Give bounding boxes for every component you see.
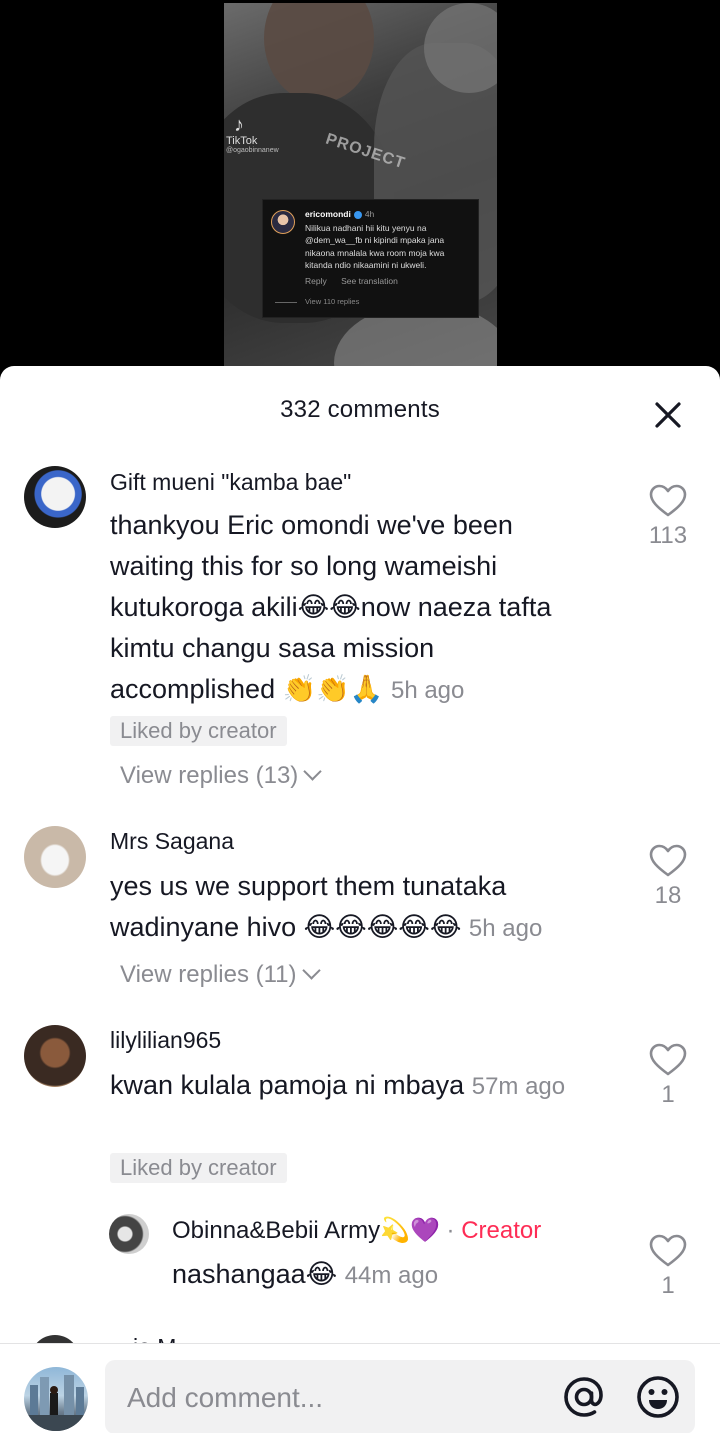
comment-body: thankyou Eric omondi we've been waiting …	[110, 510, 552, 704]
comments-sheet: 332 comments Gift mueni "kamba bae" than…	[0, 366, 720, 1433]
comment-input-bar	[0, 1343, 720, 1433]
comment-time: 5h ago	[390, 677, 465, 704]
comment-input[interactable]	[127, 1378, 527, 1418]
avatar[interactable]	[109, 1214, 149, 1254]
comment-username[interactable]: Mrs Sagana	[110, 828, 234, 855]
reply-item: Obinna&Bebii Army💫💜 · Creator nashangaa😂…	[0, 1214, 720, 1314]
comment-body: kwan kulala pamoja ni mbaya	[110, 1070, 465, 1100]
heart-icon	[649, 1043, 687, 1076]
view-replies-label: View replies (11)	[120, 961, 297, 988]
my-avatar[interactable]	[24, 1367, 88, 1431]
tiktok-logo-icon: ♪	[234, 114, 244, 136]
comment-time: 57m ago	[471, 1073, 566, 1100]
avatar[interactable]	[24, 826, 86, 888]
screenshot-username: ericomondi	[305, 209, 351, 219]
comment-box	[105, 1360, 695, 1433]
chevron-down-icon	[303, 762, 323, 781]
comment-username[interactable]: Gift mueni "kamba bae"	[110, 469, 351, 496]
reply-text: nashangaa😂 44m ago	[172, 1254, 602, 1296]
close-icon	[655, 402, 681, 428]
heart-icon	[649, 844, 687, 877]
view-replies-label: View replies (13)	[120, 762, 299, 789]
screenshot-translate-label: See translation	[341, 275, 398, 286]
comment-item: Mrs Sagana yes us we support them tunata…	[0, 826, 720, 996]
comment-text: kwan kulala pamoja ni mbaya 57m ago	[110, 1065, 610, 1107]
my-avatar-image	[24, 1375, 88, 1431]
comment-text: yes us we support them tunataka wadinyan…	[110, 866, 620, 949]
like-count: 113	[648, 522, 688, 549]
comment-count-title: 332 comments	[280, 396, 440, 423]
reply-time: 44m ago	[344, 1262, 439, 1289]
separator-dot: ·	[446, 1217, 455, 1244]
reply-username-line: Obinna&Bebii Army💫💜 · Creator	[172, 1216, 541, 1245]
comment-item: Gift mueni "kamba bae" thankyou Eric omo…	[0, 466, 720, 806]
tiktok-watermark: ♪ TikTok @ogaobinnanew	[226, 115, 279, 154]
like-button[interactable]: 1	[638, 1234, 698, 1300]
emoji-button[interactable]	[635, 1374, 681, 1420]
comment-body: yes us we support them tunataka wadinyan…	[110, 871, 507, 942]
emoji-icon	[637, 1376, 679, 1418]
comment-text: thankyou Eric omondi we've been waiting …	[110, 505, 600, 711]
close-button[interactable]	[648, 395, 688, 435]
like-button[interactable]: 113	[638, 484, 698, 550]
liked-by-creator-badge: Liked by creator	[110, 1153, 287, 1183]
like-count: 18	[654, 882, 682, 909]
video-frame[interactable]: PROJECT ♪ TikTok @ogaobinnanew	[224, 3, 497, 380]
like-button[interactable]: 18	[638, 844, 698, 910]
video-player[interactable]: PROJECT ♪ TikTok @ogaobinnanew ericomond…	[0, 0, 720, 380]
like-count: 1	[661, 1272, 675, 1299]
like-count: 1	[661, 1081, 675, 1108]
watermark-brand: TikTok	[226, 135, 258, 147]
view-replies-button[interactable]: View replies (13)	[120, 762, 323, 790]
reply-body: nashangaa😂	[172, 1259, 338, 1289]
chevron-down-icon	[301, 961, 321, 980]
avatar[interactable]	[24, 1025, 86, 1087]
liked-by-creator-badge: Liked by creator	[110, 716, 287, 746]
verified-badge-icon	[353, 210, 362, 219]
watermark-handle: @ogaobinnanew	[226, 147, 279, 154]
at-icon	[564, 1377, 603, 1417]
screenshot-comment-card: ericomondi 4h Nilikua nadhani hii kitu ye…	[262, 199, 479, 318]
comment-item: lilylilian965 kwan kulala pamoja ni mbay…	[0, 1025, 720, 1195]
screenshot-view-replies: View 110 replies	[305, 296, 470, 309]
comment-username[interactable]: lilylilian965	[110, 1027, 221, 1054]
avatar[interactable]	[24, 466, 86, 528]
reply-username[interactable]: Obinna&Bebii Army💫💜	[172, 1217, 440, 1244]
screenshot-time: 4h	[364, 209, 375, 219]
screenshot-comment-text: Nilikua nadhani hii kitu yenyu na @dem_w…	[305, 222, 445, 271]
view-replies-button[interactable]: View replies (11)	[120, 961, 321, 989]
mention-button[interactable]	[561, 1374, 607, 1420]
screenshot-avatar	[271, 210, 295, 234]
like-button[interactable]: 1	[638, 1043, 698, 1109]
creator-tag: Creator	[461, 1217, 542, 1244]
comments-header: 332 comments	[0, 366, 720, 456]
comment-time: 5h ago	[468, 915, 543, 942]
heart-icon	[649, 1234, 687, 1267]
heart-icon	[649, 484, 687, 517]
screenshot-reply-label: Reply	[305, 275, 327, 286]
video-figure	[264, 3, 374, 103]
